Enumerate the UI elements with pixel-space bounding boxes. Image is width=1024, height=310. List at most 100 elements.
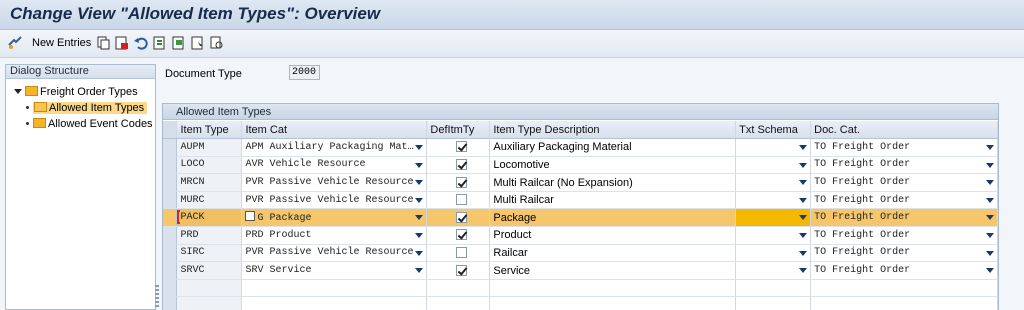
item-cat-dropdown[interactable]: G Package [241, 208, 428, 228]
txt-schema-dropdown[interactable] [735, 261, 812, 280]
row-selector[interactable] [163, 244, 178, 263]
item-cat-dropdown[interactable]: PRD Product [241, 226, 428, 245]
deselect-all-icon[interactable] [191, 36, 205, 50]
doc-cat-dropdown[interactable]: TO Freight Order [810, 208, 998, 228]
column-header-doc-cat[interactable]: Doc. Cat. [810, 121, 998, 140]
doc-cat-dropdown[interactable]: TO Freight Order [810, 226, 998, 245]
doc-cat-dropdown[interactable]: TO Freight Order [810, 244, 998, 263]
new-entries-button[interactable]: New Entries [32, 37, 91, 49]
item-type-cell[interactable]: MURC [176, 191, 243, 210]
dropdown-arrow-icon[interactable] [415, 215, 424, 221]
dropdown-arrow-icon[interactable] [799, 145, 808, 151]
item-type-description-cell[interactable]: Railcar [489, 244, 737, 263]
empty-cell[interactable] [810, 279, 998, 298]
item-type-cell[interactable]: AUPM [176, 138, 243, 157]
row-selector[interactable] [163, 226, 178, 245]
doc-cat-dropdown[interactable]: TO Freight Order [810, 261, 998, 280]
txt-schema-dropdown[interactable] [735, 244, 812, 263]
dropdown-arrow-icon[interactable] [799, 233, 808, 239]
defitmty-checkbox[interactable] [456, 176, 468, 188]
row-selector[interactable] [163, 138, 178, 157]
splitter-handle[interactable] [155, 285, 159, 307]
table-row[interactable]: MRCN PVR Passive Vehicle Resource Multi Ra… [163, 173, 998, 192]
item-cat-dropdown[interactable]: AVR Vehicle Resource [241, 156, 428, 175]
item-type-cell[interactable]: PRD [176, 226, 243, 245]
dropdown-arrow-icon[interactable] [986, 250, 994, 256]
defitmty-checkbox[interactable] [456, 229, 468, 241]
tree-node-allowed-item-types[interactable]: Allowed Item Types [26, 101, 148, 116]
dropdown-arrow-icon[interactable] [986, 215, 994, 221]
defitmty-checkbox[interactable] [456, 246, 468, 258]
empty-cell[interactable] [241, 279, 428, 298]
dropdown-arrow-icon[interactable] [986, 233, 994, 239]
empty-cell[interactable] [426, 296, 491, 310]
dropdown-arrow-icon[interactable] [986, 197, 994, 203]
empty-cell[interactable] [735, 279, 812, 298]
table-row[interactable]: PACK G Package Package TO Freight Order [163, 208, 998, 228]
copy-as-icon[interactable] [96, 36, 110, 50]
column-header-txt-schema[interactable]: Txt Schema [735, 121, 812, 140]
value-help-icon[interactable] [245, 211, 256, 222]
empty-cell[interactable] [426, 279, 491, 298]
dropdown-arrow-icon[interactable] [415, 250, 424, 256]
txt-schema-dropdown[interactable] [735, 208, 812, 228]
txt-schema-dropdown[interactable] [735, 191, 812, 210]
item-type-cell[interactable]: PACK [176, 208, 243, 228]
row-selector[interactable] [163, 191, 178, 210]
dropdown-arrow-icon[interactable] [415, 233, 424, 239]
doc-cat-dropdown[interactable]: TO Freight Order [810, 138, 998, 157]
select-all-rows-button[interactable] [163, 121, 178, 140]
undo-change-icon[interactable] [134, 36, 148, 50]
empty-cell[interactable] [241, 296, 428, 310]
dropdown-arrow-icon[interactable] [415, 197, 424, 203]
row-selector[interactable] [163, 261, 178, 280]
empty-cell[interactable] [810, 296, 998, 310]
empty-cell[interactable] [489, 279, 737, 298]
txt-schema-dropdown[interactable] [735, 173, 812, 192]
table-row[interactable]: MURC PVR Passive Vehicle Resource Multi Ra… [163, 191, 998, 210]
row-selector[interactable] [163, 208, 178, 228]
empty-cell[interactable] [176, 279, 243, 298]
expand-arrow-icon[interactable] [14, 89, 22, 94]
item-type-description-cell[interactable]: Auxiliary Packaging Material [489, 138, 737, 157]
doc-cat-dropdown[interactable]: TO Freight Order [810, 191, 998, 210]
dropdown-arrow-icon[interactable] [799, 250, 808, 256]
select-block-icon[interactable] [172, 36, 186, 50]
row-selector[interactable] [163, 173, 178, 192]
txt-schema-dropdown[interactable] [735, 156, 812, 175]
row-selector[interactable] [163, 156, 178, 175]
select-all-icon[interactable] [153, 36, 167, 50]
table-row[interactable]: PRD PRD Product Product TO Freight Order [163, 226, 998, 245]
item-type-description-cell[interactable]: Locomotive [489, 156, 737, 175]
item-cat-dropdown[interactable]: PVR Passive Vehicle Resource [241, 173, 428, 192]
dropdown-arrow-icon[interactable] [415, 145, 424, 151]
dropdown-arrow-icon[interactable] [986, 145, 994, 151]
item-cat-dropdown[interactable]: APM Auxiliary Packaging Mat… [241, 138, 428, 157]
item-type-cell[interactable]: SRVC [176, 261, 243, 280]
tree-node-allowed-event-codes[interactable]: Allowed Event Codes [26, 117, 153, 132]
empty-table-row[interactable] [163, 279, 998, 298]
dropdown-arrow-icon[interactable] [799, 162, 808, 168]
dropdown-arrow-icon[interactable] [799, 197, 808, 203]
dropdown-arrow-icon[interactable] [799, 215, 808, 221]
empty-cell[interactable] [735, 296, 812, 310]
dropdown-arrow-icon[interactable] [986, 268, 994, 274]
dropdown-arrow-icon[interactable] [415, 268, 424, 274]
defitmty-checkbox[interactable] [456, 141, 468, 153]
empty-cell[interactable] [176, 296, 243, 310]
defitmty-checkbox[interactable] [456, 264, 468, 276]
dropdown-arrow-icon[interactable] [415, 180, 424, 186]
table-row[interactable]: SIRC PVR Passive Vehicle Resource Railcar T… [163, 244, 998, 263]
item-type-description-cell[interactable]: Multi Railcar (No Expansion) [489, 173, 737, 192]
delete-icon[interactable] [115, 36, 129, 50]
txt-schema-dropdown[interactable] [735, 226, 812, 245]
table-row[interactable]: AUPM APM Auxiliary Packaging Mat… Auxiliar… [163, 138, 998, 157]
dropdown-arrow-icon[interactable] [799, 180, 808, 186]
column-header-item-type[interactable]: Item Type [176, 121, 243, 140]
item-type-description-cell[interactable]: Service [489, 261, 737, 280]
table-row[interactable]: SRVC SRV Service Service TO Freight Order [163, 261, 998, 280]
dropdown-arrow-icon[interactable] [799, 268, 808, 274]
txt-schema-dropdown[interactable] [735, 138, 812, 157]
table-row[interactable]: LOCO AVR Vehicle Resource Locomotive TO Fre… [163, 156, 998, 175]
item-type-description-cell[interactable]: Multi Railcar [489, 191, 737, 210]
